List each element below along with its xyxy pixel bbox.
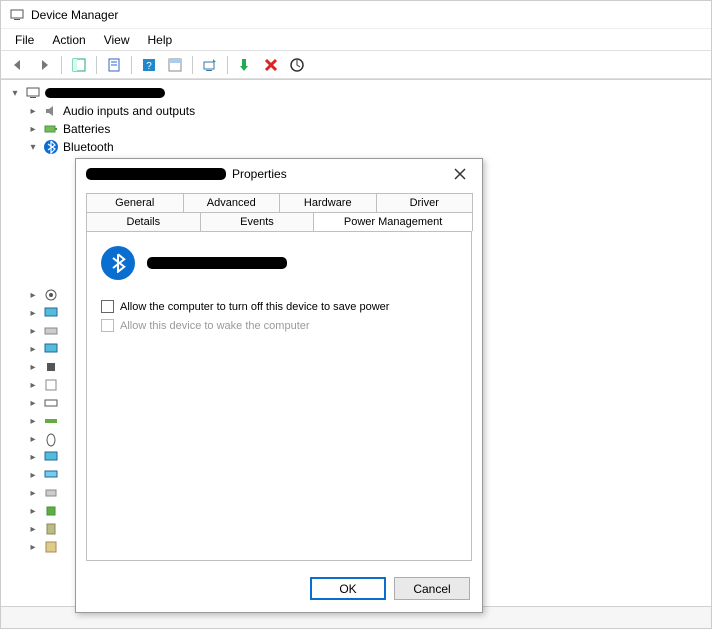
software-icon [43, 539, 59, 555]
redacted-text [45, 88, 165, 98]
help-button[interactable]: ? [138, 54, 160, 76]
tree-node-bluetooth[interactable]: ▾ Bluetooth [7, 138, 705, 156]
chevron-right-icon[interactable]: ▸ [27, 307, 39, 319]
back-button[interactable] [7, 54, 29, 76]
uninstall-device-button[interactable] [260, 54, 282, 76]
update-driver-button[interactable] [199, 54, 221, 76]
chevron-right-icon[interactable]: ▸ [27, 343, 39, 355]
dialog-titlebar: Properties [76, 159, 482, 189]
checkbox-turnoff[interactable] [101, 300, 114, 313]
tree-root-computer[interactable]: ▾ [7, 84, 705, 102]
checkbox-label-wake: Allow this device to wake the computer [120, 320, 310, 332]
mouse-icon [43, 431, 59, 447]
cpu-icon [43, 503, 59, 519]
tab-general[interactable]: General [86, 193, 184, 212]
toolbar-separator [192, 56, 193, 74]
monitor-icon [43, 305, 59, 321]
network-icon [43, 467, 59, 483]
tree-node-batteries[interactable]: ▸ Batteries [7, 120, 705, 138]
properties-dialog: Properties General Advanced Hardware Dri… [75, 158, 483, 613]
chevron-right-icon[interactable]: ▸ [27, 451, 39, 463]
speaker-icon [43, 103, 59, 119]
keyboard-icon [43, 395, 59, 411]
toolbar-separator [227, 56, 228, 74]
computer-icon [25, 85, 41, 101]
menu-file[interactable]: File [7, 31, 42, 49]
close-button[interactable] [448, 162, 472, 186]
tab-hardware[interactable]: Hardware [279, 193, 377, 212]
tab-driver[interactable]: Driver [376, 193, 474, 212]
dialog-title-suffix: Properties [232, 167, 287, 181]
chevron-right-icon[interactable]: ▸ [27, 541, 39, 553]
device-manager-icon [9, 7, 25, 23]
checkbox-row-wake: Allow this device to wake the computer [101, 319, 457, 332]
chevron-right-icon[interactable]: ▸ [27, 433, 39, 445]
toolbar-separator [131, 56, 132, 74]
dialog-buttons: OK Cancel [76, 569, 482, 612]
power-management-panel: Allow the computer to turn off this devi… [86, 231, 472, 561]
toolbar-separator [96, 56, 97, 74]
window-title: Device Manager [31, 8, 118, 22]
checkbox-row-turnoff[interactable]: Allow the computer to turn off this devi… [101, 300, 457, 313]
hid-icon [43, 377, 59, 393]
disk-icon [43, 323, 59, 339]
enable-device-button[interactable] [234, 54, 256, 76]
chevron-right-icon[interactable]: ▸ [27, 487, 39, 499]
scan-hardware-button[interactable] [286, 54, 308, 76]
device-header [101, 246, 457, 280]
svg-text:?: ? [146, 61, 152, 72]
toolbar: ? [1, 51, 711, 79]
memory-icon [43, 413, 59, 429]
show-hide-tree-button[interactable] [68, 54, 90, 76]
tree-label: Bluetooth [63, 140, 114, 154]
titlebar: Device Manager [1, 1, 711, 29]
view-button[interactable] [164, 54, 186, 76]
tabstrip: General Advanced Hardware Driver Details… [86, 193, 472, 231]
tab-power-management[interactable]: Power Management [313, 212, 473, 231]
ok-button[interactable]: OK [310, 577, 386, 600]
bluetooth-icon [101, 246, 135, 280]
tab-advanced[interactable]: Advanced [183, 193, 281, 212]
redacted-text [86, 168, 226, 180]
menu-help[interactable]: Help [140, 31, 181, 49]
bluetooth-icon [43, 139, 59, 155]
monitor-icon [43, 449, 59, 465]
chevron-right-icon[interactable]: ▸ [27, 505, 39, 517]
tree-node-audio[interactable]: ▸ Audio inputs and outputs [7, 102, 705, 120]
display-icon [43, 341, 59, 357]
tab-details[interactable]: Details [86, 212, 201, 231]
properties-button[interactable] [103, 54, 125, 76]
chip-icon [43, 359, 59, 375]
chevron-right-icon[interactable]: ▸ [27, 123, 39, 135]
checkbox-wake [101, 319, 114, 332]
security-icon [43, 521, 59, 537]
chevron-right-icon[interactable]: ▸ [27, 469, 39, 481]
forward-button[interactable] [33, 54, 55, 76]
chevron-right-icon[interactable]: ▸ [27, 325, 39, 337]
chevron-right-icon[interactable]: ▸ [27, 415, 39, 427]
cancel-button[interactable]: Cancel [394, 577, 470, 600]
chevron-right-icon[interactable]: ▸ [27, 379, 39, 391]
redacted-text [147, 257, 287, 269]
chevron-right-icon[interactable]: ▸ [27, 289, 39, 301]
battery-icon [43, 121, 59, 137]
chevron-right-icon[interactable]: ▸ [27, 523, 39, 535]
menubar: File Action View Help [1, 29, 711, 51]
checkbox-label-turnoff: Allow the computer to turn off this devi… [120, 301, 389, 313]
chevron-down-icon[interactable]: ▾ [27, 141, 39, 153]
tree-label: Batteries [63, 122, 110, 136]
tree-label: Audio inputs and outputs [63, 104, 195, 118]
menu-view[interactable]: View [96, 31, 138, 49]
printer-icon [43, 485, 59, 501]
camera-icon [43, 287, 59, 303]
toolbar-separator [61, 56, 62, 74]
chevron-right-icon[interactable]: ▸ [27, 361, 39, 373]
chevron-right-icon[interactable]: ▸ [27, 105, 39, 117]
menu-action[interactable]: Action [44, 31, 93, 49]
chevron-right-icon[interactable]: ▸ [27, 397, 39, 409]
tab-events[interactable]: Events [200, 212, 315, 231]
chevron-down-icon[interactable]: ▾ [9, 87, 21, 99]
